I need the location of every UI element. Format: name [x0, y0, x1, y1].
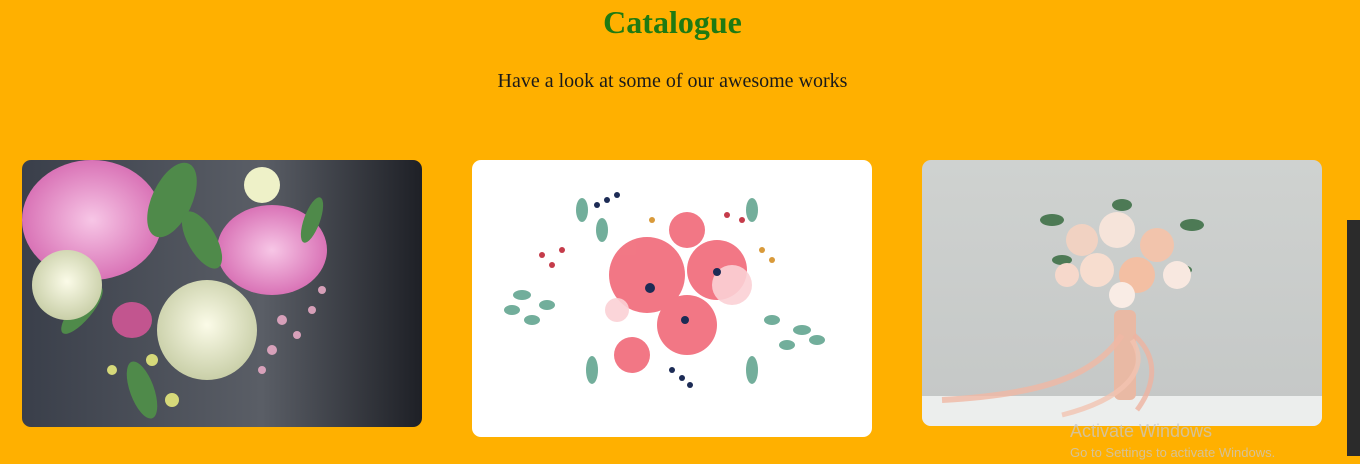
activate-windows-title: Activate Windows — [1070, 421, 1213, 441]
activate-windows-hint: Go to Settings to activate Windows. — [1070, 445, 1276, 460]
bridal-bouquet-illustration — [922, 199, 1322, 426]
page-scrollbar[interactable] — [1345, 0, 1360, 456]
roses-peonies-illustration — [22, 160, 327, 419]
gallery-image-bridal-bouquet[interactable] — [922, 160, 1322, 426]
gallery-image-roses-peonies[interactable] — [22, 160, 422, 427]
watercolor-poppies-illustration — [504, 192, 825, 388]
page-title: Catalogue — [603, 4, 742, 40]
page-subtitle: Have a look at some of our awesome works — [497, 70, 848, 92]
gallery-image-watercolor-poppies[interactable] — [472, 160, 872, 437]
activate-windows-watermark: Activate Windows Go to Settings to activ… — [1070, 420, 1275, 464]
scrollbar-thumb[interactable] — [1347, 220, 1360, 456]
